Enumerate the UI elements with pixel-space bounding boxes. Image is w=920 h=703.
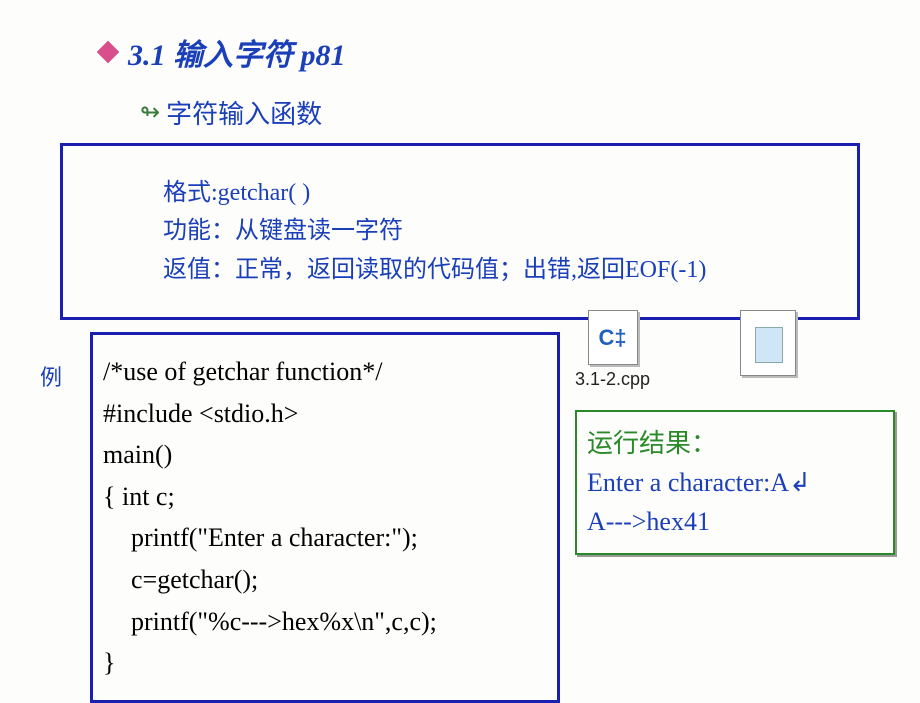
slide-title-row: 3.1 输入字符 p81	[100, 30, 880, 74]
arrow-bullet-icon: ↬	[140, 98, 160, 127]
output-title: 运行结果：	[587, 424, 883, 463]
info-line-function: 功能：从键盘读一字符	[163, 212, 837, 250]
cpp-file-group[interactable]: C‡ 3.1-2.cpp	[575, 310, 650, 390]
code-line: { int c;	[103, 476, 547, 518]
output-line: A--->hex41	[587, 502, 883, 541]
info-line-return: 返值：正常，返回读取的代码值；出错,返回EOF(-1)	[163, 251, 837, 289]
cpp-icon-text: C‡	[598, 325, 626, 351]
code-line: main()	[103, 434, 547, 476]
info-line-format: 格式:getchar( )	[163, 174, 837, 212]
return-icon: ↲	[789, 468, 811, 497]
cpp-filename: 3.1-2.cpp	[575, 369, 650, 390]
code-line: c=getchar();	[103, 559, 547, 601]
code-line: #include <stdio.h>	[103, 393, 547, 435]
document-icon[interactable]	[740, 310, 796, 376]
code-box: /*use of getchar function*/ #include <st…	[90, 332, 560, 703]
code-line: }	[103, 642, 547, 684]
diamond-bullet-icon	[97, 41, 120, 64]
slide-title: 3.1 输入字符 p81	[128, 30, 346, 74]
output-text: Enter a character:A	[587, 468, 789, 497]
function-info-box: 格式:getchar( ) 功能：从键盘读一字符 返值：正常，返回读取的代码值；…	[60, 143, 860, 320]
code-line: printf("Enter a character:");	[103, 517, 547, 559]
subtitle-text: 字符输入函数	[166, 94, 322, 131]
example-label: 例	[40, 360, 62, 392]
output-line: Enter a character:A↲	[587, 463, 883, 502]
cpp-file-icon: C‡	[588, 310, 638, 365]
code-line: /*use of getchar function*/	[103, 351, 547, 393]
output-box: 运行结果： Enter a character:A↲ A--->hex41	[575, 410, 895, 555]
code-line: printf("%c--->hex%x\n",c,c);	[103, 601, 547, 643]
subtitle-row: ↬ 字符输入函数	[140, 94, 880, 131]
